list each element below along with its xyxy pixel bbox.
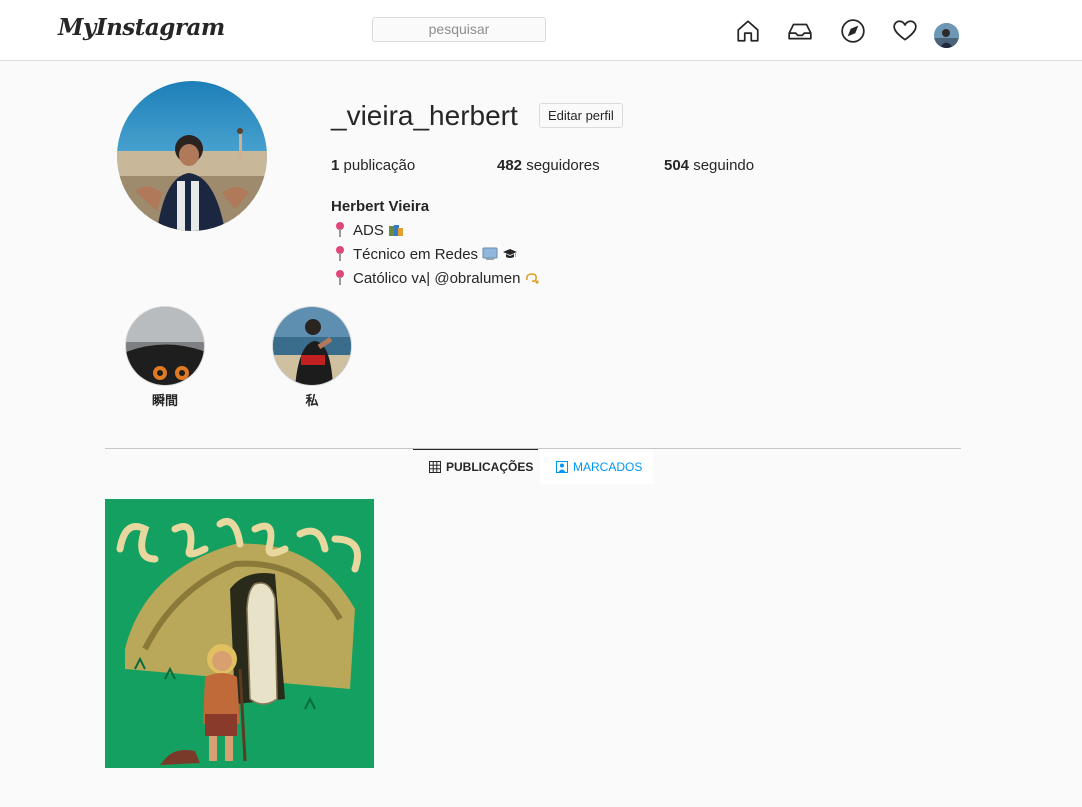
followers-stat[interactable]: 482 seguidores [497,157,600,174]
followers-count: 482 [497,157,523,174]
inbox-icon[interactable] [787,18,813,44]
post-thumbnail[interactable] [105,499,374,768]
bio-text: ADS [353,221,384,239]
bio-text: Católico ᴠᴀ| @obralumen [353,269,521,287]
following-count: 504 [664,157,690,174]
books-icon [388,225,403,236]
pushpin-icon [331,245,349,263]
bio-line-1: ADS [331,220,404,240]
following-label: seguindo [693,157,755,174]
bio-line-3: Católico ᴠᴀ| @obralumen [331,268,540,288]
tab-publicacoes[interactable]: PUBLICAÇÕES [413,449,538,484]
computer-icon [482,247,498,260]
tab-label: PUBLICAÇÕES [446,460,534,474]
highlight-label: 瞬間 [151,394,178,409]
heart-icon[interactable] [892,18,918,44]
profile-username: _vieira_herbert [331,100,518,131]
highlight-cover [272,306,352,386]
top-navbar: MyInstagram pesquisar [0,0,1082,61]
graduation-cap-icon [503,249,518,258]
followers-label: seguidores [526,157,600,174]
tagged-user-icon [556,460,568,473]
story-highlight[interactable]: 瞬間 [125,306,205,409]
edit-profile-button[interactable]: Editar perfil [539,103,623,128]
story-highlight[interactable]: 私 [272,306,352,409]
home-icon[interactable] [735,18,761,44]
profile-full-name: Herbert Vieira [331,198,430,215]
posts-count: 1 [331,157,340,174]
pushpin-icon [331,221,349,239]
posts-label: publicação [343,157,416,174]
tab-label: MARCADOS [573,459,643,474]
tab-marcados[interactable]: MARCADOS [540,449,653,484]
following-stat[interactable]: 504 seguindo [664,157,754,174]
posts-count-stat[interactable]: 1 publicação [331,157,415,174]
search-input[interactable]: pesquisar [372,17,546,42]
app-logo[interactable]: MyInstagram [58,14,225,41]
highlight-cover [125,306,205,386]
explore-icon[interactable] [840,18,866,44]
profile-picture[interactable] [117,81,267,231]
bio-text: Técnico em Redes [353,245,479,263]
dizzy-icon [526,273,540,284]
profile-avatar-icon[interactable] [934,23,959,48]
pushpin-icon [331,269,349,287]
grid-icon [429,461,441,473]
bio-line-2: Técnico em Redes [331,244,518,264]
highlight-label: 私 [305,394,319,409]
